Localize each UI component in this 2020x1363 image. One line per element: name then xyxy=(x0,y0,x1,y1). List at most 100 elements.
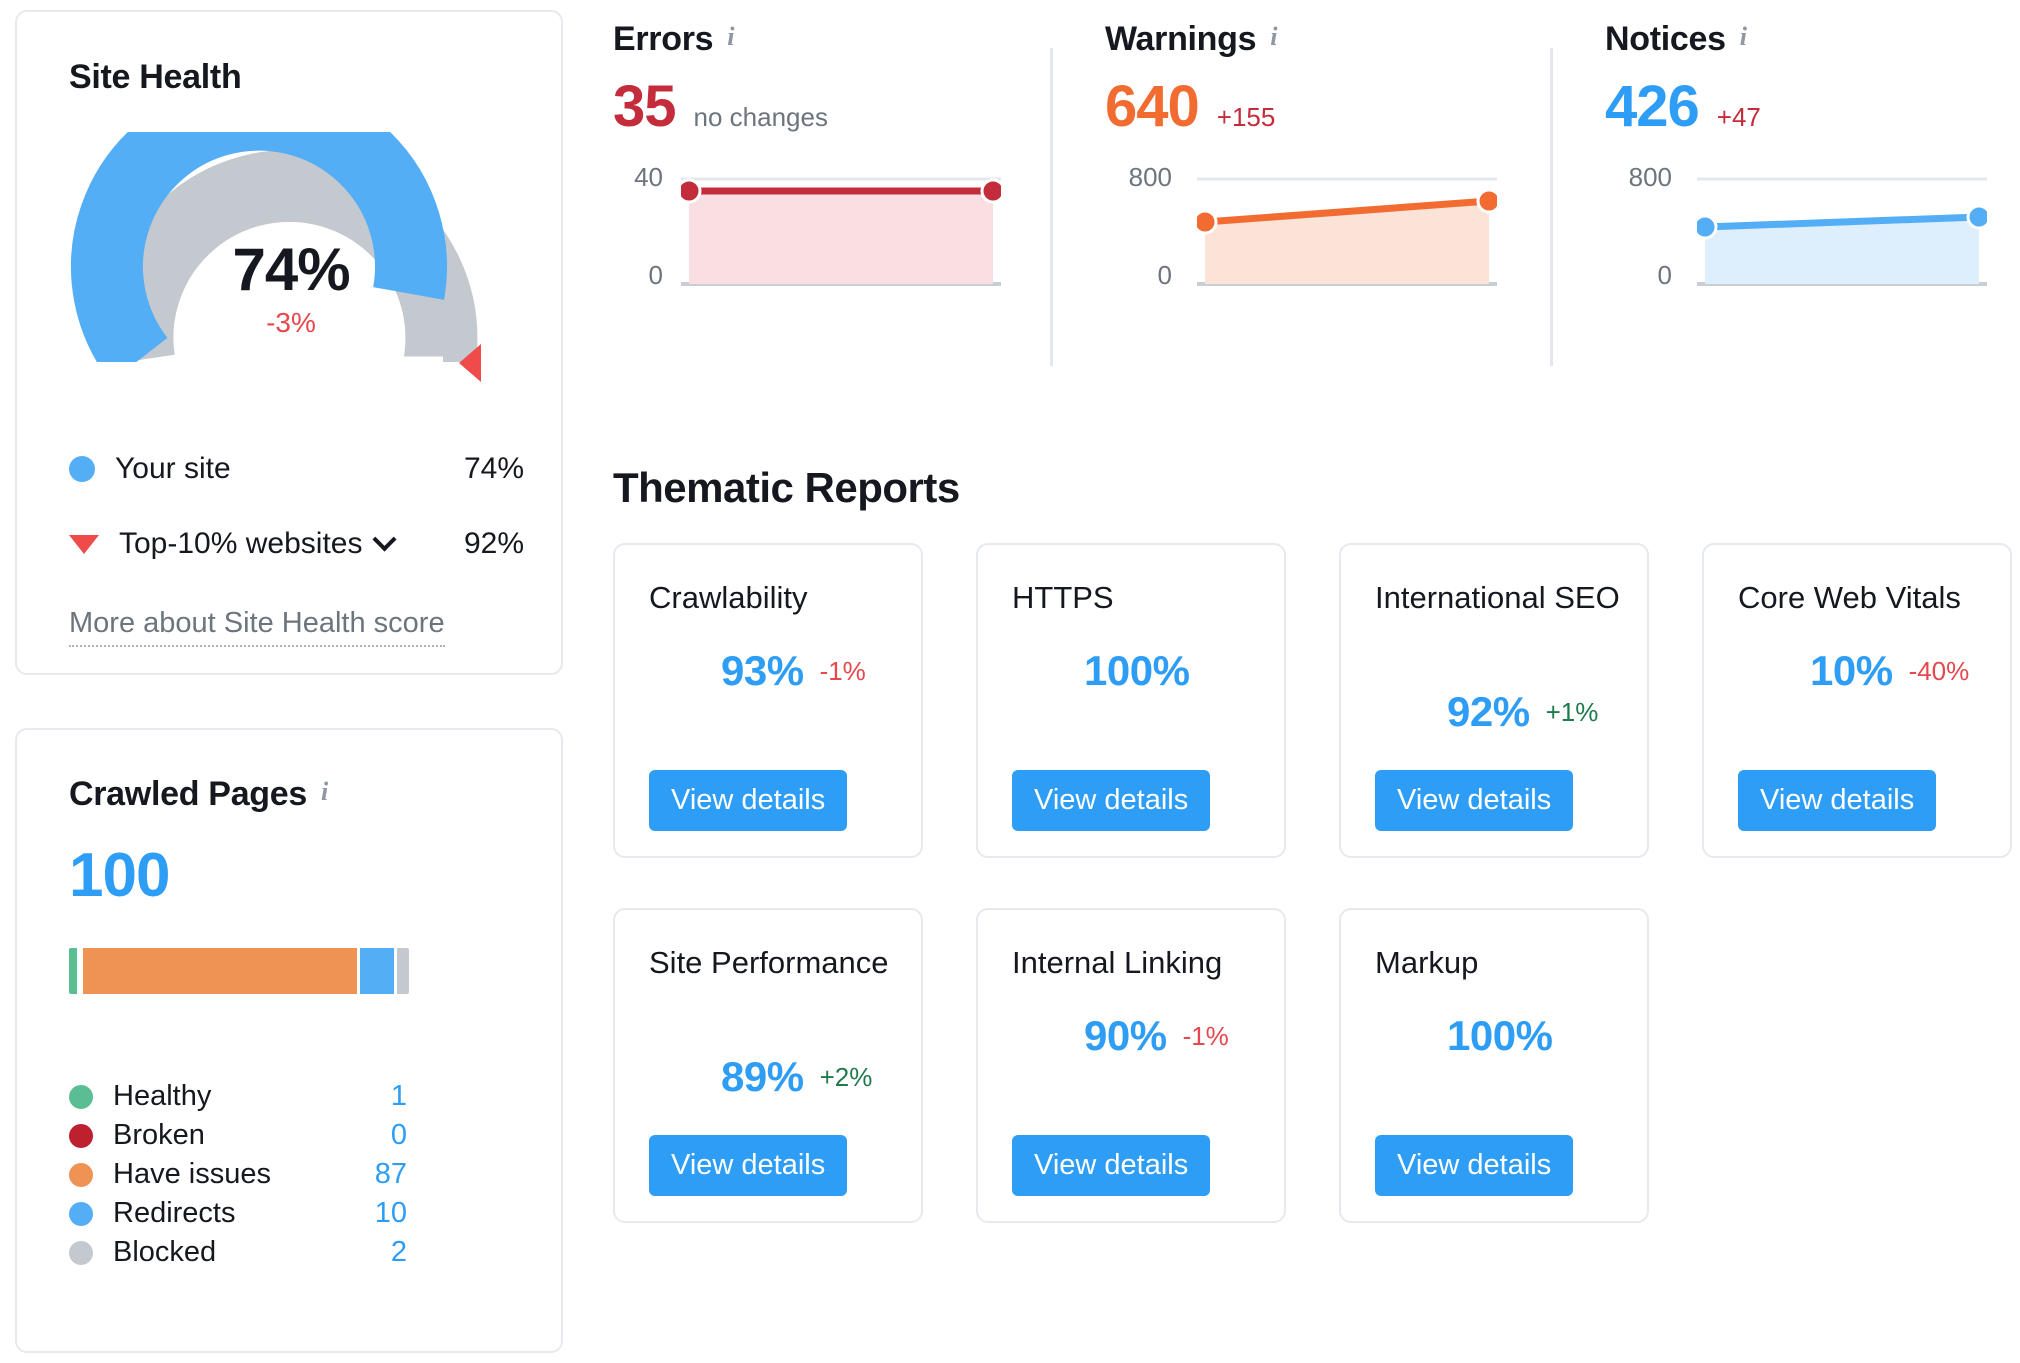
axis-label-max: 800 xyxy=(1128,162,1172,192)
view-details-button[interactable]: View details xyxy=(1738,770,1937,831)
legend-dot-icon xyxy=(69,1240,93,1265)
thematic-card-delta: +1% xyxy=(1545,696,1599,727)
more-about-site-health-link[interactable]: More about Site Health score xyxy=(69,607,445,647)
stat-title: Errors i xyxy=(613,20,1033,59)
donut-progress-icon xyxy=(1725,632,1790,697)
warnings-sparkline-svg xyxy=(1197,177,1497,286)
crawled-pages-label: Blocked xyxy=(113,1236,217,1268)
crawled-pages-row: Healthy 1 xyxy=(69,1080,407,1113)
legend-value: 92% xyxy=(463,527,524,560)
legend-dot-icon xyxy=(69,1162,93,1187)
stat-number-row: 640 +155 xyxy=(1105,73,1525,140)
stat-delta: no changes xyxy=(693,102,828,132)
stat-title: Warnings i xyxy=(1105,20,1525,59)
thematic-card-title: Crawlability xyxy=(649,580,808,615)
crawled-pages-value: 1 xyxy=(390,1080,407,1112)
thematic-card-metric: 92% +1% xyxy=(1362,673,1599,738)
thematic-card-percent: 100% xyxy=(1084,647,1190,694)
chevron-down-icon[interactable] xyxy=(372,527,397,552)
crawled-pages-value: 2 xyxy=(390,1236,407,1268)
axis-label-max: 800 xyxy=(1628,162,1672,192)
gauge-delta: -3% xyxy=(266,307,316,338)
thematic-card-percent: 92% xyxy=(1447,688,1530,735)
site-health-title: Site Health xyxy=(69,58,242,96)
stat-title: Notices i xyxy=(1605,20,2020,59)
gauge-value: 74% xyxy=(232,236,350,303)
thematic-card-percent: 10% xyxy=(1810,647,1893,694)
stat-warnings: Warnings i 640 +155 800 0 xyxy=(1105,20,1525,304)
crawled-pages-card: Crawled Pages i 100 Healthy 1 Broken 0 Ha… xyxy=(15,728,563,1353)
thematic-reports-heading: Thematic Reports xyxy=(613,464,960,511)
thematic-card-delta: -1% xyxy=(819,655,866,686)
thematic-card-delta: +2% xyxy=(819,1061,873,1092)
thematic-card-title: Site Performance xyxy=(649,945,889,980)
view-details-button[interactable]: View details xyxy=(1375,770,1574,831)
info-icon[interactable]: i xyxy=(1270,22,1277,52)
stat-value: 640 xyxy=(1105,74,1200,139)
legend-label: Top-10% websites xyxy=(119,527,464,561)
thematic-card-metric: 100% xyxy=(1362,997,1568,1062)
thematic-card-core-web-vitals[interactable]: Core Web Vitals 10% -40% View details xyxy=(1702,543,2012,858)
thematic-card-metric: 100% xyxy=(999,632,1205,697)
crawled-pages-label: Healthy xyxy=(113,1080,212,1112)
thematic-card-title: Core Web Vitals xyxy=(1738,580,1961,615)
thematic-card-delta: -1% xyxy=(1182,1020,1229,1051)
legend-item-top10-websites[interactable]: Top-10% websites 92% xyxy=(69,527,524,561)
thematic-card-percent: 100% xyxy=(1447,1012,1553,1059)
info-icon[interactable]: i xyxy=(727,22,734,52)
stat-delta: +155 xyxy=(1216,102,1276,132)
view-details-button[interactable]: View details xyxy=(649,770,848,831)
bar-segment-redirects xyxy=(360,948,394,994)
site-health-gauge: 74% -3% xyxy=(67,78,515,432)
crawled-pages-stacked-bar xyxy=(69,948,409,994)
crawled-pages-label: Have issues xyxy=(113,1158,271,1190)
view-details-button[interactable]: View details xyxy=(1375,1135,1574,1196)
view-details-button[interactable]: View details xyxy=(649,1135,848,1196)
bar-segment-healthy xyxy=(69,948,77,994)
thematic-card-https[interactable]: HTTPS 100% View details xyxy=(976,543,1286,858)
benchmark-marker-icon xyxy=(459,344,481,382)
stat-number-row: 35 no changes xyxy=(613,73,1033,140)
donut-progress-icon xyxy=(999,632,1064,697)
site-health-card: Site Health 74% -3% Your site 74% Top-10… xyxy=(15,10,563,675)
axis-label-max: 40 xyxy=(634,162,663,192)
thematic-card-crawlability[interactable]: Crawlability 93% -1% View details xyxy=(613,543,923,858)
thematic-card-metric: 10% -40% xyxy=(1725,632,1969,697)
crawled-pages-label: Redirects xyxy=(113,1197,236,1229)
crawled-pages-title: Crawled Pages i xyxy=(69,775,328,814)
thematic-card-title: Markup xyxy=(1375,945,1479,980)
crawled-pages-label: Broken xyxy=(113,1119,205,1151)
crawled-pages-value: 87 xyxy=(374,1158,407,1190)
thematic-card-metric: 93% -1% xyxy=(636,632,866,697)
legend-item-your-site: Your site 74% xyxy=(69,452,524,486)
axis-label-min: 0 xyxy=(1157,260,1172,290)
info-icon[interactable]: i xyxy=(321,777,328,807)
thematic-card-percent: 93% xyxy=(721,647,804,694)
stat-title-text: Warnings xyxy=(1105,20,1257,58)
crawled-pages-row: Redirects 10 xyxy=(69,1197,407,1230)
thematic-card-metric: 90% -1% xyxy=(999,997,1229,1062)
view-details-button[interactable]: View details xyxy=(1012,1135,1211,1196)
stat-delta: +47 xyxy=(1716,102,1761,132)
crawled-pages-row: Broken 0 xyxy=(69,1119,407,1152)
notices-sparkline: 800 0 xyxy=(1605,162,2005,304)
thematic-card-international-seo[interactable]: International SEO 92% +1% View details xyxy=(1339,543,1649,858)
thematic-card-internal-linking[interactable]: Internal Linking 90% -1% View details xyxy=(976,908,1286,1223)
thematic-card-title: International SEO xyxy=(1375,580,1620,615)
stat-title-text: Errors xyxy=(613,20,714,58)
crawled-pages-row: Have issues 87 xyxy=(69,1158,407,1191)
thematic-card-markup[interactable]: Markup 100% View details xyxy=(1339,908,1649,1223)
donut-progress-icon xyxy=(636,1038,701,1103)
crawled-pages-title-text: Crawled Pages xyxy=(69,775,307,813)
stat-value: 35 xyxy=(613,74,677,139)
crawled-pages-value: 0 xyxy=(390,1119,407,1151)
legend-label: Your site xyxy=(115,452,231,485)
notices-sparkline-svg xyxy=(1697,177,1987,286)
stat-divider xyxy=(1050,48,1053,366)
legend-label-text: Top-10% websites xyxy=(119,527,363,560)
view-details-button[interactable]: View details xyxy=(1012,770,1211,831)
crawled-pages-total: 100 xyxy=(69,841,170,910)
info-icon[interactable]: i xyxy=(1740,22,1747,52)
legend-dot-icon xyxy=(69,456,95,482)
thematic-card-site-performance[interactable]: Site Performance 89% +2% View details xyxy=(613,908,923,1223)
